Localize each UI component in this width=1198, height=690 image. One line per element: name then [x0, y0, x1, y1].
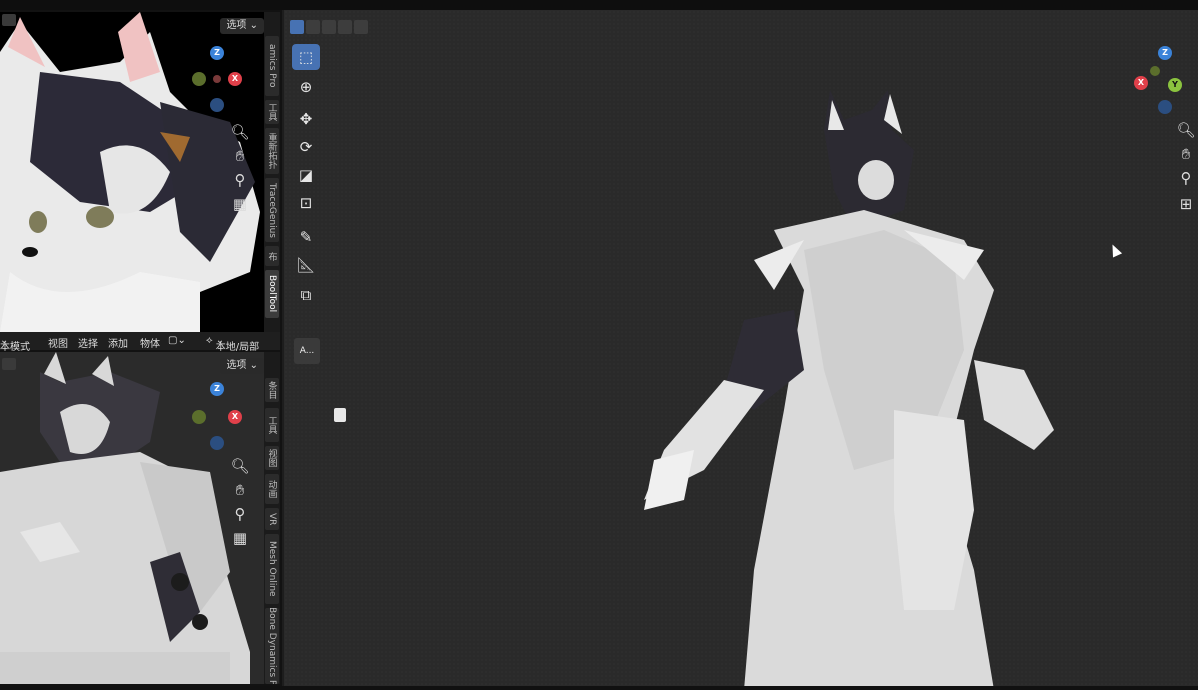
- select-new-icon[interactable]: [290, 20, 304, 34]
- gizmo-x-icon[interactable]: X: [228, 410, 242, 424]
- pan-hand-icon[interactable]: ✋︎: [230, 146, 250, 166]
- transform-orientation-dropdown[interactable]: ⟡ 本地/局部 ⌄: [206, 335, 259, 353]
- gizmo-z-icon[interactable]: Z: [1158, 46, 1172, 60]
- viewport-type-button[interactable]: [2, 358, 16, 370]
- camera-view-icon[interactable]: ⚲: [230, 504, 250, 524]
- gizmo-z-icon[interactable]: Z: [210, 46, 224, 60]
- pan-hand-icon[interactable]: ✋︎: [230, 480, 250, 500]
- sidebar-tabs: amics Pro 工具 重新拓扑 TraceGenius 布 BoolTool: [264, 12, 280, 332]
- navigation-gizmo[interactable]: Z X: [190, 382, 250, 454]
- tab-retopology[interactable]: 重新拓扑: [265, 128, 279, 174]
- gizmo-x-icon[interactable]: X: [228, 72, 242, 86]
- ortho-grid-icon[interactable]: ▦: [230, 194, 250, 214]
- collapsed-panel-icon[interactable]: [334, 408, 346, 422]
- pan-hand-icon[interactable]: ✋︎: [1176, 144, 1196, 164]
- select-subtract-icon[interactable]: [322, 20, 336, 34]
- gizmo-center-icon: [213, 75, 221, 83]
- gizmo-neg-y-icon[interactable]: [192, 72, 206, 86]
- tab-tools[interactable]: 工具: [265, 408, 279, 442]
- tab-tracegenius[interactable]: TraceGenius: [265, 178, 279, 242]
- tab-dynamics-pro[interactable]: amics Pro: [265, 36, 279, 96]
- rotate-icon[interactable]: ⟳: [292, 134, 320, 160]
- zoom-icon[interactable]: 🔍︎: [230, 122, 250, 142]
- character-model-render: [644, 90, 1054, 686]
- perspective-grid-icon[interactable]: ⊞: [1176, 194, 1196, 214]
- editor-header: 本模式 ⌄ 视图 选择 添加 物体 ▢⌄ ⟡ 本地/局部 ⌄: [0, 332, 280, 353]
- options-dropdown[interactable]: 选项 ⌄: [220, 358, 264, 374]
- select-box-icon[interactable]: ⬚: [292, 44, 320, 70]
- measure-icon[interactable]: 📐︎: [292, 252, 320, 278]
- camera-view-icon[interactable]: ⚲: [1176, 168, 1196, 188]
- gizmo-y-icon[interactable]: Y: [1168, 78, 1182, 92]
- select-extend-icon[interactable]: [306, 20, 320, 34]
- gizmo-neg-z-icon[interactable]: [210, 436, 224, 450]
- zoom-icon[interactable]: 🔍︎: [1176, 120, 1196, 140]
- gizmo-neg-z-icon[interactable]: [1158, 100, 1172, 114]
- tab-booltool[interactable]: BoolTool: [265, 270, 279, 318]
- window-bottom-bar: [0, 686, 1198, 690]
- transform-icon[interactable]: ⊡: [292, 190, 320, 216]
- select-intersect-icon[interactable]: [354, 20, 368, 34]
- navigation-gizmo[interactable]: Z Y X: [1134, 46, 1194, 118]
- tab-animation[interactable]: 动画: [265, 474, 279, 504]
- gizmo-neg-x-icon[interactable]: X: [1134, 76, 1148, 90]
- gizmo-neg-y-icon[interactable]: [1150, 66, 1160, 76]
- gizmo-neg-z-icon[interactable]: [210, 98, 224, 112]
- navigation-gizmo[interactable]: Z X: [190, 46, 250, 118]
- viewport-type-button[interactable]: [2, 14, 16, 26]
- select-invert-icon[interactable]: [338, 20, 352, 34]
- camera-view-icon[interactable]: ⚲: [230, 170, 250, 190]
- face-viewport[interactable]: 选项 ⌄ Z X 🔍︎ ✋︎ ⚲ ▦ amics Pro 工具 重新拓扑 Tra…: [0, 12, 280, 332]
- body-viewport[interactable]: 选项 ⌄ Z X 🔍︎ ✋︎ ⚲ ▦ 条目 工具 视图 动画 VR Mesh O…: [0, 352, 280, 684]
- tab-cloth[interactable]: 布: [265, 246, 279, 266]
- window-top-bar: [0, 0, 1198, 10]
- tab-vr[interactable]: VR: [265, 508, 279, 530]
- mode-toggle-icon[interactable]: ▢⌄: [168, 335, 186, 346]
- move-icon[interactable]: ✥: [292, 106, 320, 132]
- zoom-icon[interactable]: 🔍︎: [230, 456, 250, 476]
- object-menu[interactable]: 物体: [140, 335, 160, 350]
- annotation-tool-button[interactable]: A...: [294, 338, 320, 364]
- gizmo-z-icon[interactable]: Z: [210, 382, 224, 396]
- tab-tools[interactable]: 工具: [265, 100, 279, 124]
- tab-bone-dynamics[interactable]: Bone Dynamics P: [265, 608, 279, 684]
- tool-shelf: ⬚ ⊕ ✥ ⟳ ◪ ⊡ ✎ 📐︎ ⧉ A...: [290, 44, 322, 374]
- annotate-icon[interactable]: ✎: [292, 224, 320, 250]
- select-menu[interactable]: 选择: [78, 335, 98, 350]
- scale-icon[interactable]: ◪: [292, 162, 320, 188]
- selection-mode-buttons: [290, 20, 368, 36]
- ortho-grid-icon[interactable]: ▦: [230, 528, 250, 548]
- tab-mesh-online[interactable]: Mesh Online: [265, 534, 279, 604]
- sidebar-tabs: 条目 工具 视图 动画 VR Mesh Online Bone Dynamics…: [264, 352, 280, 684]
- mode-dropdown[interactable]: 本模式 ⌄: [0, 335, 30, 353]
- add-menu[interactable]: 添加: [108, 335, 128, 350]
- options-dropdown[interactable]: 选项 ⌄: [220, 18, 264, 34]
- gizmo-neg-y-icon[interactable]: [192, 410, 206, 424]
- add-cube-icon[interactable]: ⧉: [292, 282, 320, 308]
- view-menu[interactable]: 视图: [48, 335, 68, 350]
- main-3d-viewport[interactable]: ⬚ ⊕ ✥ ⟳ ◪ ⊡ ✎ 📐︎ ⧉ A... Z Y X 🔍︎ ✋︎ ⚲ ⊞: [284, 10, 1198, 686]
- cursor-icon[interactable]: ⊕: [292, 74, 320, 100]
- tab-item[interactable]: 条目: [265, 378, 279, 402]
- tab-view[interactable]: 视图: [265, 446, 279, 470]
